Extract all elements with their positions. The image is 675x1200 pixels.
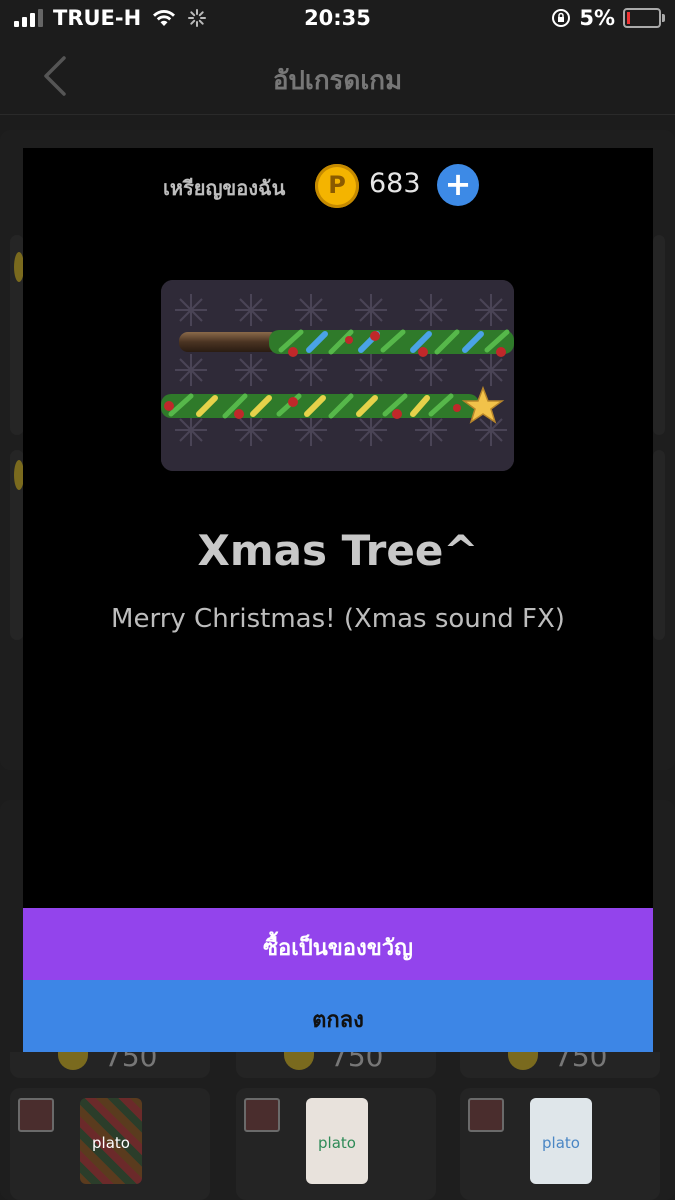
ok-button[interactable]: ตกลง [23,980,653,1052]
coin-icon: P [315,164,359,208]
game-badge-icon [244,1098,280,1132]
battery-percent: 5% [579,6,615,30]
item-title: Xmas Tree^ [197,526,479,575]
buy-as-gift-button[interactable]: ซื้อเป็นของขวัญ [23,908,653,980]
nav-bar: อัปเกรดเกม [0,40,675,115]
item-preview-image [161,280,514,471]
bg-card-thumbnail: plato [80,1098,142,1184]
status-right: 5% [551,6,665,30]
status-bar: TRUE-H 20:35 5% [0,0,675,40]
bg-card-right [653,235,665,435]
page-title: อัปเกรดเกม [272,66,403,96]
bg-card-right-2 [653,450,665,640]
game-badge-icon [18,1098,54,1132]
plato-label: plato [92,1134,130,1152]
coin-symbol: P [328,171,346,199]
xmas-tree-preview [161,280,514,471]
coin-balance: 683 [369,168,421,199]
plato-label: plato [318,1134,356,1152]
my-coins-row: เหรียญของฉัน P 683 + [23,162,653,208]
my-coins-label: เหรียญของฉัน [163,176,286,200]
purchase-modal: เหรียญของฉัน P 683 + Xmas Tree^ Merry Ch… [23,148,653,1052]
orientation-lock-icon [552,9,571,27]
plus-icon: + [444,165,472,203]
buy-as-gift-label: ซื้อเป็นของขวัญ [263,936,413,961]
bg-card-thumbnail: plato [530,1098,592,1184]
plato-label: plato [542,1134,580,1152]
item-description: Merry Christmas! (Xmas sound FX) [111,604,565,634]
ok-button-label: ตกลง [312,1008,364,1033]
battery-icon [623,8,665,28]
bg-card-thumbnail: plato [306,1098,368,1184]
add-coins-button[interactable]: + [437,164,479,206]
game-badge-icon [468,1098,504,1132]
